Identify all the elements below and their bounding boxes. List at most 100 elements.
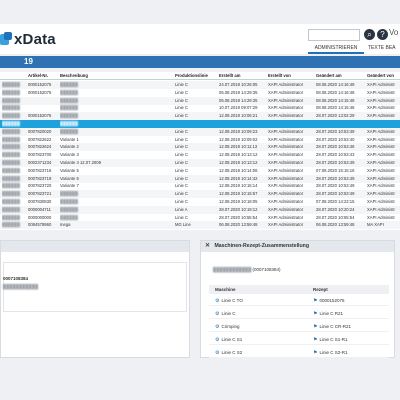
- table-cell: Linie C: [175, 160, 189, 165]
- table-row[interactable]: ██████ 0007822624 Variante 2 Linie C 12.08.2…: [0, 143, 400, 152]
- table-row[interactable]: ██████ 0007823719 Variante 6 Linie C 12.08.2…: [0, 174, 400, 183]
- table-cell: 12.08.2019 10:13:12: [219, 152, 258, 158]
- table-cell: 28.07.2020 10:53:43: [316, 152, 355, 158]
- table-cell: 28.07.2020 10:53:49: [316, 175, 355, 181]
- column-header[interactable]: Geändert am: [316, 72, 364, 80]
- table-cell: XAPI Administrator: [268, 136, 304, 142]
- table-row[interactable]: ██████ 0000152075 ██████ Linie C 05.08.2019 …: [0, 89, 400, 97]
- table-row[interactable]: ██████ 0000152075 ██████ Linie C 24.07.2019 …: [0, 81, 400, 89]
- table-row[interactable]: ██████ 0000000000 ██████ Linie C 28.07.2020 …: [0, 214, 400, 222]
- table-cell: XAPI Administrator: [268, 89, 304, 95]
- recipe-cell[interactable]: ⚑ Linie C S1-R1: [313, 334, 348, 346]
- column-header[interactable]: Produktionslinie: [175, 72, 217, 80]
- table-row[interactable]: ██████ 0002371234 Variante 4 12.07.2009 Lin…: [0, 159, 400, 167]
- logo[interactable]: xData: [0, 30, 56, 48]
- table-row[interactable]: ██████ 0000004711 ██████ Linie A 28.07.2020 …: [0, 205, 400, 214]
- recipe-name: Linie C S2-R1: [319, 350, 348, 355]
- table-cell: 0000152075: [28, 113, 52, 119]
- page-title: 19: [24, 57, 33, 66]
- tab-texte[interactable]: TEXTE BEA: [368, 43, 400, 54]
- table-row[interactable]: ██████ ██████ Linie C 05.08.2019 14:29:35 XA…: [0, 96, 400, 105]
- table-cell: Variante 4 12.07.2009: [60, 160, 101, 165]
- machine-cell: ⚙ Crimping: [215, 321, 240, 333]
- table-cell: ██████: [2, 167, 20, 173]
- table-cell: XAPI Administr: [367, 206, 395, 212]
- table-row[interactable]: ██████ ██████: [0, 120, 400, 128]
- table-cell: 05.08.2019 14:29:35: [219, 97, 258, 103]
- table-cell: Linie A: [175, 206, 188, 212]
- search-input[interactable]: [308, 29, 360, 41]
- table-cell: XAPI Administrator: [268, 222, 304, 228]
- table-cell: XAPI Administr: [367, 144, 395, 150]
- column-header[interactable]: Erstellt am: [219, 72, 265, 80]
- machine-recipe-row[interactable]: ⚙ Linie C S2 ⚑ Linie C S2-R1: [209, 347, 389, 358]
- table-cell: Linie C: [175, 113, 189, 119]
- tab-administrieren[interactable]: ADMINISTRIEREN: [308, 43, 364, 54]
- table-cell: 12.08.2019 10:09:23: [219, 128, 258, 134]
- table-cell: Variante 2: [60, 144, 79, 150]
- recipe-icon: ⚑: [313, 298, 318, 304]
- table-cell: XAPI Administrator: [268, 82, 304, 87]
- column-header-machine: Maschine: [215, 287, 236, 292]
- table-cell: Variante 7: [60, 183, 79, 189]
- table-cell: ██████: [60, 89, 78, 95]
- search-icon[interactable]: ⌕: [364, 29, 375, 40]
- machine-recipe-row[interactable]: ⚙ Linie C S1 ⚑ Linie C S1-R1: [209, 334, 389, 345]
- details-id: 0007108384: [3, 276, 29, 281]
- table-cell: Linie C: [175, 167, 189, 173]
- table-row[interactable]: ██████ 0007823720 Variante 7 Linie C 12.08.2…: [0, 182, 400, 190]
- details-panel: 0007108384 ███████████: [0, 240, 190, 358]
- column-header[interactable]: Artikel-Nr.: [28, 72, 58, 80]
- table-row[interactable]: ██████ 0007823721 ██████ Linie C 12.08.2019 …: [0, 190, 400, 199]
- table-cell: 28.07.2020 10:53:49: [316, 128, 355, 134]
- details-panel-header: [1, 241, 189, 252]
- tools-icon: ✕: [205, 243, 211, 249]
- link-icon: ⚙: [215, 337, 220, 343]
- recipe-name: Linie C S1-R1: [319, 337, 348, 342]
- table-row[interactable]: ██████ 0000152075 ██████ Linie C 12.08.2019 …: [0, 112, 400, 121]
- recipe-cell[interactable]: ⚑ 0000152075: [313, 295, 345, 307]
- table-cell: XAPI Administr: [367, 113, 395, 119]
- table-cell: 07.08.2020 15:15:16: [316, 167, 355, 173]
- table-cell: 0000152075: [28, 82, 52, 87]
- logo-text: xData: [14, 30, 56, 48]
- link-icon: ⚙: [215, 311, 220, 317]
- table-cell: ██████: [2, 128, 20, 134]
- help-icon[interactable]: ?: [377, 29, 388, 40]
- table-cell: 05.08.2019 14:29:35: [219, 89, 258, 95]
- recipe-cell[interactable]: ⚑ Linie C CR-R21: [313, 321, 351, 333]
- table-cell: 28.07.2020 10:53:49: [316, 191, 355, 197]
- app-window: xData ⌕ ? Vo ADMINISTRIEREN TEXTE BEA 19…: [0, 0, 400, 400]
- table-row[interactable]: ██████ ██████ Linie C 10.07.2019 09:07:29 XA…: [0, 104, 400, 112]
- machine-recipe-row[interactable]: ⚙ Linie C ⚑ Linie C R21: [209, 308, 389, 319]
- table-row[interactable]: ██████ 0007830830 ██████ Linie C 12.08.2019 …: [0, 198, 400, 206]
- table-row[interactable]: ██████ 0084578960 mega MG Line 06.08.2020 13…: [0, 221, 400, 230]
- table-cell: ██████: [60, 128, 78, 134]
- table-row[interactable]: ██████ 0007822622 Variante 1 Linie C 12.08.2…: [0, 136, 400, 144]
- column-header[interactable]: Erstellt von: [268, 72, 312, 80]
- table-row[interactable]: ██████ 0007823716 Variante 5 Linie C 12.08.2…: [0, 167, 400, 175]
- machine-recipe-header: ✕ Maschinen-Rezept-Zusammenstellung: [201, 241, 394, 252]
- table-cell: Linie C: [175, 128, 189, 134]
- table-cell: 28.07.2020 10:53:49: [316, 160, 355, 165]
- recipe-cell[interactable]: ⚑ Linie C R21: [313, 308, 343, 320]
- recipe-cell[interactable]: ⚑ Linie C S2-R1: [313, 347, 348, 359]
- table-cell: 0002371234: [28, 160, 52, 165]
- column-header[interactable]: Geändert von: [367, 72, 400, 80]
- table-cell: ██████: [60, 214, 78, 220]
- table-cell: XAPI Administrator: [268, 128, 304, 134]
- table-cell: ██████: [60, 82, 78, 87]
- table-cell: XAPI Administr: [367, 105, 395, 111]
- column-header[interactable]: Beschreibung: [60, 72, 172, 80]
- table-cell: 28.07.2020 10:53:49: [316, 183, 355, 189]
- table-row[interactable]: ██████ 0007820020 ██████ Linie C 12.08.2019 …: [0, 127, 400, 136]
- machine-recipe-table-header: Maschine Rezept: [209, 285, 389, 294]
- table-cell: ██████: [2, 89, 20, 95]
- link-icon: ⚙: [215, 298, 220, 304]
- header-more[interactable]: Vo: [389, 28, 398, 37]
- table-cell: 12.08.2019 10:06:21: [219, 113, 258, 119]
- machine-recipe-row[interactable]: ⚙ Crimping ⚑ Linie C CR-R21: [209, 321, 389, 332]
- table-row[interactable]: ██████ 0007823700 Variante 3 Linie C 12.08.2…: [0, 151, 400, 159]
- table-cell: 12.08.2019 10:14:06: [219, 167, 258, 173]
- machine-recipe-row[interactable]: ⚙ Linie C TO ⚑ 0000152075: [209, 295, 389, 306]
